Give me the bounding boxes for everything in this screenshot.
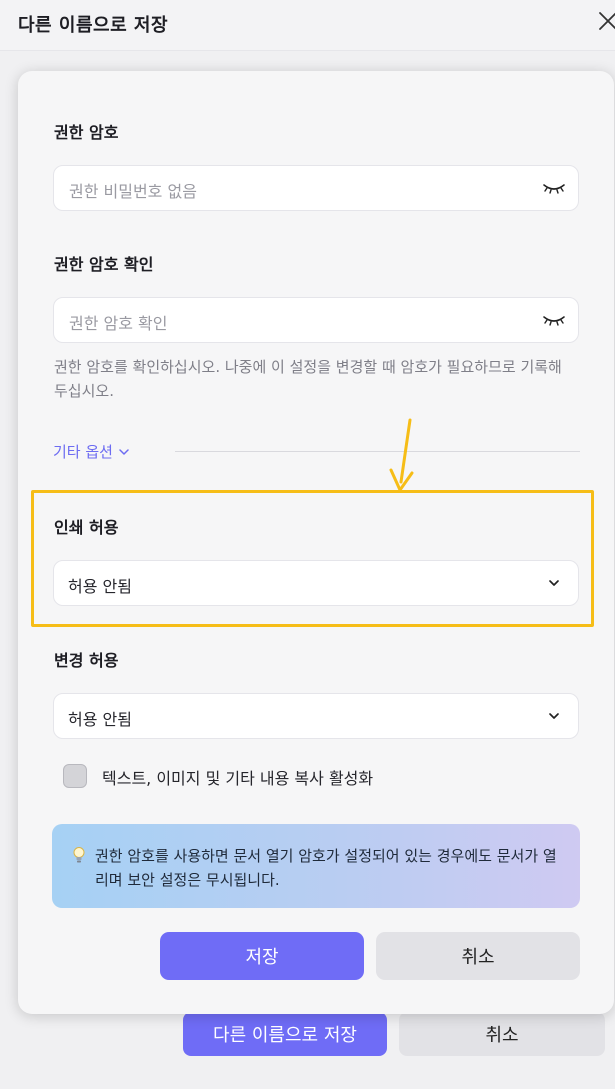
more-options-label: 기타 옵션	[53, 443, 113, 461]
print-allow-value: 허용 안됨	[68, 577, 132, 596]
confirm-password-field[interactable]: 권한 암호 확인	[53, 297, 579, 343]
chevron-down-icon	[549, 580, 559, 586]
options-divider	[175, 451, 580, 452]
print-allow-highlight	[31, 490, 594, 627]
permission-password-field[interactable]: 권한 비밀번호 없음	[53, 165, 579, 211]
save-button[interactable]: 저장	[160, 932, 364, 980]
copy-content-checkbox-label: 텍스트, 이미지 및 기타 내용 복사 활성화	[102, 769, 374, 788]
chevron-down-icon	[119, 448, 129, 455]
cancel-button[interactable]: 취소	[376, 932, 580, 980]
background-save-as-button[interactable]: 다른 이름으로 저장	[183, 1012, 387, 1056]
background-cancel-button[interactable]: 취소	[399, 1012, 605, 1056]
eye-closed-icon[interactable]	[542, 313, 566, 327]
copy-content-checkbox[interactable]	[63, 764, 87, 788]
info-banner: 권한 암호를 사용하면 문서 열기 암호가 설정되어 있는 경우에도 문서가 열…	[52, 824, 580, 908]
more-options-toggle[interactable]: 기타 옵션	[53, 441, 129, 462]
close-icon[interactable]	[597, 10, 615, 32]
confirm-password-label: 권한 암호 확인	[54, 255, 154, 274]
change-allow-label: 변경 허용	[54, 651, 119, 670]
confirm-password-placeholder: 권한 암호 확인	[69, 314, 168, 333]
info-banner-text: 권한 암호를 사용하면 문서 열기 암호가 설정되어 있는 경우에도 문서가 열…	[95, 847, 557, 889]
annotation-arrow-icon	[389, 418, 414, 492]
chevron-down-icon	[549, 713, 559, 719]
change-allow-select[interactable]: 허용 안됨	[53, 693, 579, 739]
permission-password-placeholder: 권한 비밀번호 없음	[69, 182, 197, 201]
password-helper-text: 권한 암호를 확인하십시오. 나중에 이 설정을 변경할 때 암호가 필요하므로…	[54, 358, 562, 400]
permission-password-label: 권한 암호	[54, 123, 119, 142]
change-allow-value: 허용 안됨	[68, 710, 132, 729]
print-allow-select[interactable]: 허용 안됨	[53, 560, 579, 606]
print-allow-label: 인쇄 허용	[54, 518, 119, 537]
permission-password-dialog: 권한 암호 권한 비밀번호 없음 권한 암호 확인 권한 암호 확인 권한 암호…	[18, 71, 614, 1014]
eye-closed-icon[interactable]	[542, 181, 566, 195]
lightbulb-icon	[73, 847, 85, 863]
window-header: 다른 이름으로 저장	[0, 0, 615, 51]
window-title: 다른 이름으로 저장	[18, 15, 169, 36]
